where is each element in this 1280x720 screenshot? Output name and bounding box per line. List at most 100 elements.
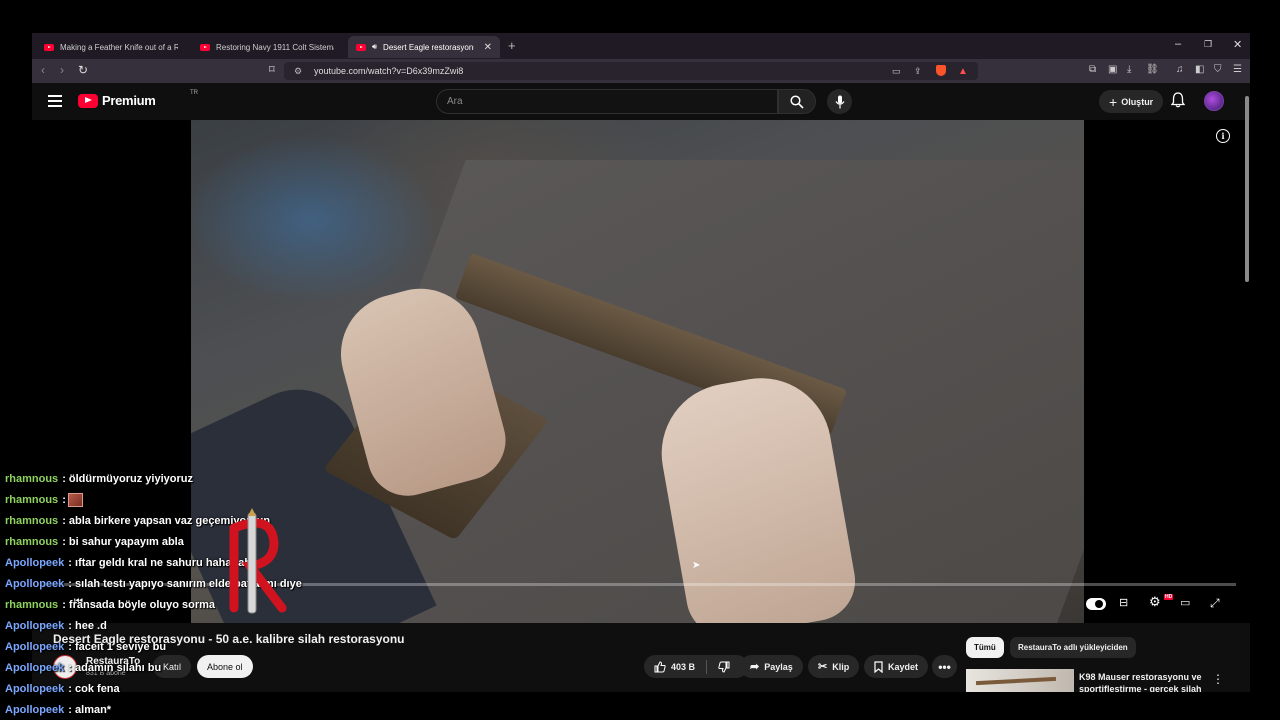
filter-chip-all[interactable]: Tümü bbox=[966, 637, 1004, 658]
microphone-icon bbox=[835, 95, 844, 108]
youtube-premium-logo[interactable]: Premium TR bbox=[78, 90, 198, 108]
create-button[interactable]: + Oluştur bbox=[1099, 90, 1164, 113]
hd-badge: HD bbox=[1164, 594, 1174, 600]
chat-username: rhamnous bbox=[5, 514, 59, 527]
url-field[interactable]: ⚙ youtube.com/watch?v=D6x39mzZwi8 ▭ ⇪ ▲ bbox=[284, 62, 978, 80]
share-button[interactable]: ➦ Paylaş bbox=[740, 655, 803, 678]
like-count: 403 B bbox=[671, 661, 696, 672]
like-divider bbox=[706, 659, 708, 674]
restore-button[interactable]: ❐ bbox=[1204, 39, 1212, 50]
subtitles-icon[interactable]: ⊟ bbox=[1119, 596, 1128, 609]
reload-icon[interactable]: ↻ bbox=[78, 63, 88, 77]
search-button[interactable] bbox=[778, 89, 816, 114]
youtube-favicon-icon bbox=[356, 43, 366, 51]
chat-username: rhamnous bbox=[5, 493, 59, 506]
theater-mode-icon[interactable]: ▭ bbox=[1180, 596, 1190, 609]
chat-message: Apollopeek: cok fena bbox=[5, 678, 315, 699]
save-button[interactable]: Kaydet bbox=[864, 655, 929, 678]
chat-text: : alman* bbox=[68, 703, 112, 716]
chat-text: : fransada böyle oluyo sorma bbox=[62, 598, 216, 611]
download-icon[interactable]: ⤓ bbox=[1127, 64, 1131, 75]
bookmark-icon[interactable]: ⌑ bbox=[269, 63, 275, 76]
notifications-bell-icon[interactable] bbox=[1171, 92, 1185, 108]
chat-username: rhamnous bbox=[5, 535, 59, 548]
thumbs-down-icon[interactable] bbox=[718, 661, 730, 673]
settings-gear-icon[interactable]: ⚙ bbox=[1149, 594, 1161, 610]
menu-icon[interactable]: ☰ bbox=[1233, 64, 1242, 75]
logo-text: Premium bbox=[102, 93, 156, 108]
like-button[interactable]: 403 B bbox=[654, 660, 696, 673]
chat-username: rhamnous bbox=[5, 472, 59, 485]
chat-message: Apollopeek: hee .d bbox=[5, 615, 315, 636]
new-tab-button[interactable]: + bbox=[508, 38, 516, 53]
chat-text: : cok fena bbox=[68, 682, 120, 695]
clip-button[interactable]: ✂ Klip bbox=[808, 655, 860, 678]
recommendation-thumbnail[interactable] bbox=[966, 669, 1074, 692]
scissors-icon: ✂ bbox=[818, 661, 828, 673]
brave-rewards-icon[interactable]: ▲ bbox=[958, 66, 968, 77]
pip-icon[interactable]: ▭ bbox=[892, 66, 901, 77]
autoplay-toggle[interactable] bbox=[1086, 598, 1106, 610]
link-icon[interactable]: ⛓ bbox=[1146, 64, 1159, 75]
hamburger-menu-icon[interactable] bbox=[48, 95, 62, 110]
chat-message: rhamnous: bbox=[5, 489, 315, 510]
tab-1[interactable]: Making a Feather Knife out of a Rust bbox=[36, 36, 186, 58]
tab-2[interactable]: Restoring Navy 1911 Colt Sistema M bbox=[192, 36, 342, 58]
chat-username: Apollopeek bbox=[5, 556, 65, 569]
chat-emote-icon bbox=[67, 492, 83, 507]
logo-region: TR bbox=[190, 90, 198, 96]
url-text: youtube.com/watch?v=D6x39mzZwi8 bbox=[314, 66, 464, 76]
video-frame[interactable]: ➤ bbox=[191, 120, 1084, 623]
search-input[interactable] bbox=[447, 96, 767, 107]
sidebar-panel-icon[interactable]: ▣ bbox=[1108, 64, 1117, 75]
media-icon[interactable]: ♫ bbox=[1176, 64, 1184, 75]
address-bar-row: ‹ › ↻ ⌑ ⚙ youtube.com/watch?v=D6x39mzZwi… bbox=[32, 59, 1250, 83]
tab-3-active[interactable]: 🔊︎ Desert Eagle restorasyonu - 5 ✕ bbox=[348, 36, 500, 58]
share-page-icon[interactable]: ⇪ bbox=[914, 66, 922, 77]
info-icon[interactable]: i bbox=[1216, 129, 1230, 143]
like-dislike-group: 403 B bbox=[644, 655, 748, 678]
brave-shields-icon[interactable] bbox=[936, 65, 946, 76]
page-scrollbar[interactable] bbox=[1245, 96, 1249, 282]
screen: Making a Feather Knife out of a Rust Res… bbox=[0, 0, 1280, 720]
split-view-icon[interactable]: ◧ bbox=[1195, 64, 1204, 75]
save-label: Kaydet bbox=[888, 661, 919, 672]
chat-message: Apollopeek: faceıt 1 sevıye bu bbox=[5, 636, 315, 657]
site-settings-icon[interactable]: ⚙ bbox=[294, 66, 302, 77]
close-tab-icon[interactable]: ✕ bbox=[484, 42, 492, 53]
share-label: Paylaş bbox=[764, 661, 793, 672]
tab-bar: Making a Feather Knife out of a Rust Res… bbox=[32, 33, 1250, 59]
chat-username: Apollopeek bbox=[5, 577, 65, 590]
chat-text: : bi sahur yapayım abla bbox=[62, 535, 184, 548]
youtube-header: Premium TR + Oluştur bbox=[32, 83, 1250, 120]
extensions-icon[interactable]: ⧉ bbox=[1089, 64, 1096, 75]
mouse-cursor-icon: ➤ bbox=[692, 560, 701, 571]
tab-label: Making a Feather Knife out of a Rust bbox=[60, 42, 178, 52]
back-icon[interactable]: ‹ bbox=[41, 63, 45, 77]
thumbs-up-icon bbox=[654, 660, 666, 672]
clip-label: Klip bbox=[832, 661, 850, 672]
chat-text: : bbox=[62, 493, 66, 506]
chat-username: Apollopeek bbox=[5, 640, 65, 653]
vpn-shield-icon[interactable]: ⛉ bbox=[1214, 64, 1222, 75]
minimize-button[interactable]: – bbox=[1175, 38, 1181, 50]
account-avatar[interactable] bbox=[1204, 91, 1224, 111]
forward-icon[interactable]: › bbox=[60, 63, 64, 77]
more-actions-button[interactable]: ••• bbox=[932, 655, 957, 678]
filter-chip-uploader[interactable]: RestauraTo adlı yükleyiciden bbox=[1010, 637, 1136, 658]
fullscreen-icon[interactable]: ⤢ bbox=[1210, 596, 1220, 611]
search-box bbox=[436, 89, 778, 114]
close-window-button[interactable]: ✕ bbox=[1233, 38, 1242, 51]
tab-label: Restoring Navy 1911 Colt Sistema M bbox=[216, 42, 334, 52]
chat-username: Apollopeek bbox=[5, 661, 65, 674]
youtube-favicon-icon bbox=[200, 43, 210, 51]
youtube-favicon-icon bbox=[44, 43, 54, 51]
chat-text: : hee .d bbox=[68, 619, 107, 632]
voice-search-button[interactable] bbox=[827, 89, 852, 114]
plus-icon: + bbox=[1109, 93, 1118, 110]
recommendation-title[interactable]: K98 Mauser restorasyonu ve sportifleştir… bbox=[1079, 671, 1205, 692]
recommendation-menu-icon[interactable]: ⋮ bbox=[1212, 672, 1224, 686]
youtube-play-icon bbox=[78, 93, 98, 108]
chat-username: Apollopeek bbox=[5, 619, 65, 632]
bookmark-save-icon bbox=[874, 660, 883, 673]
